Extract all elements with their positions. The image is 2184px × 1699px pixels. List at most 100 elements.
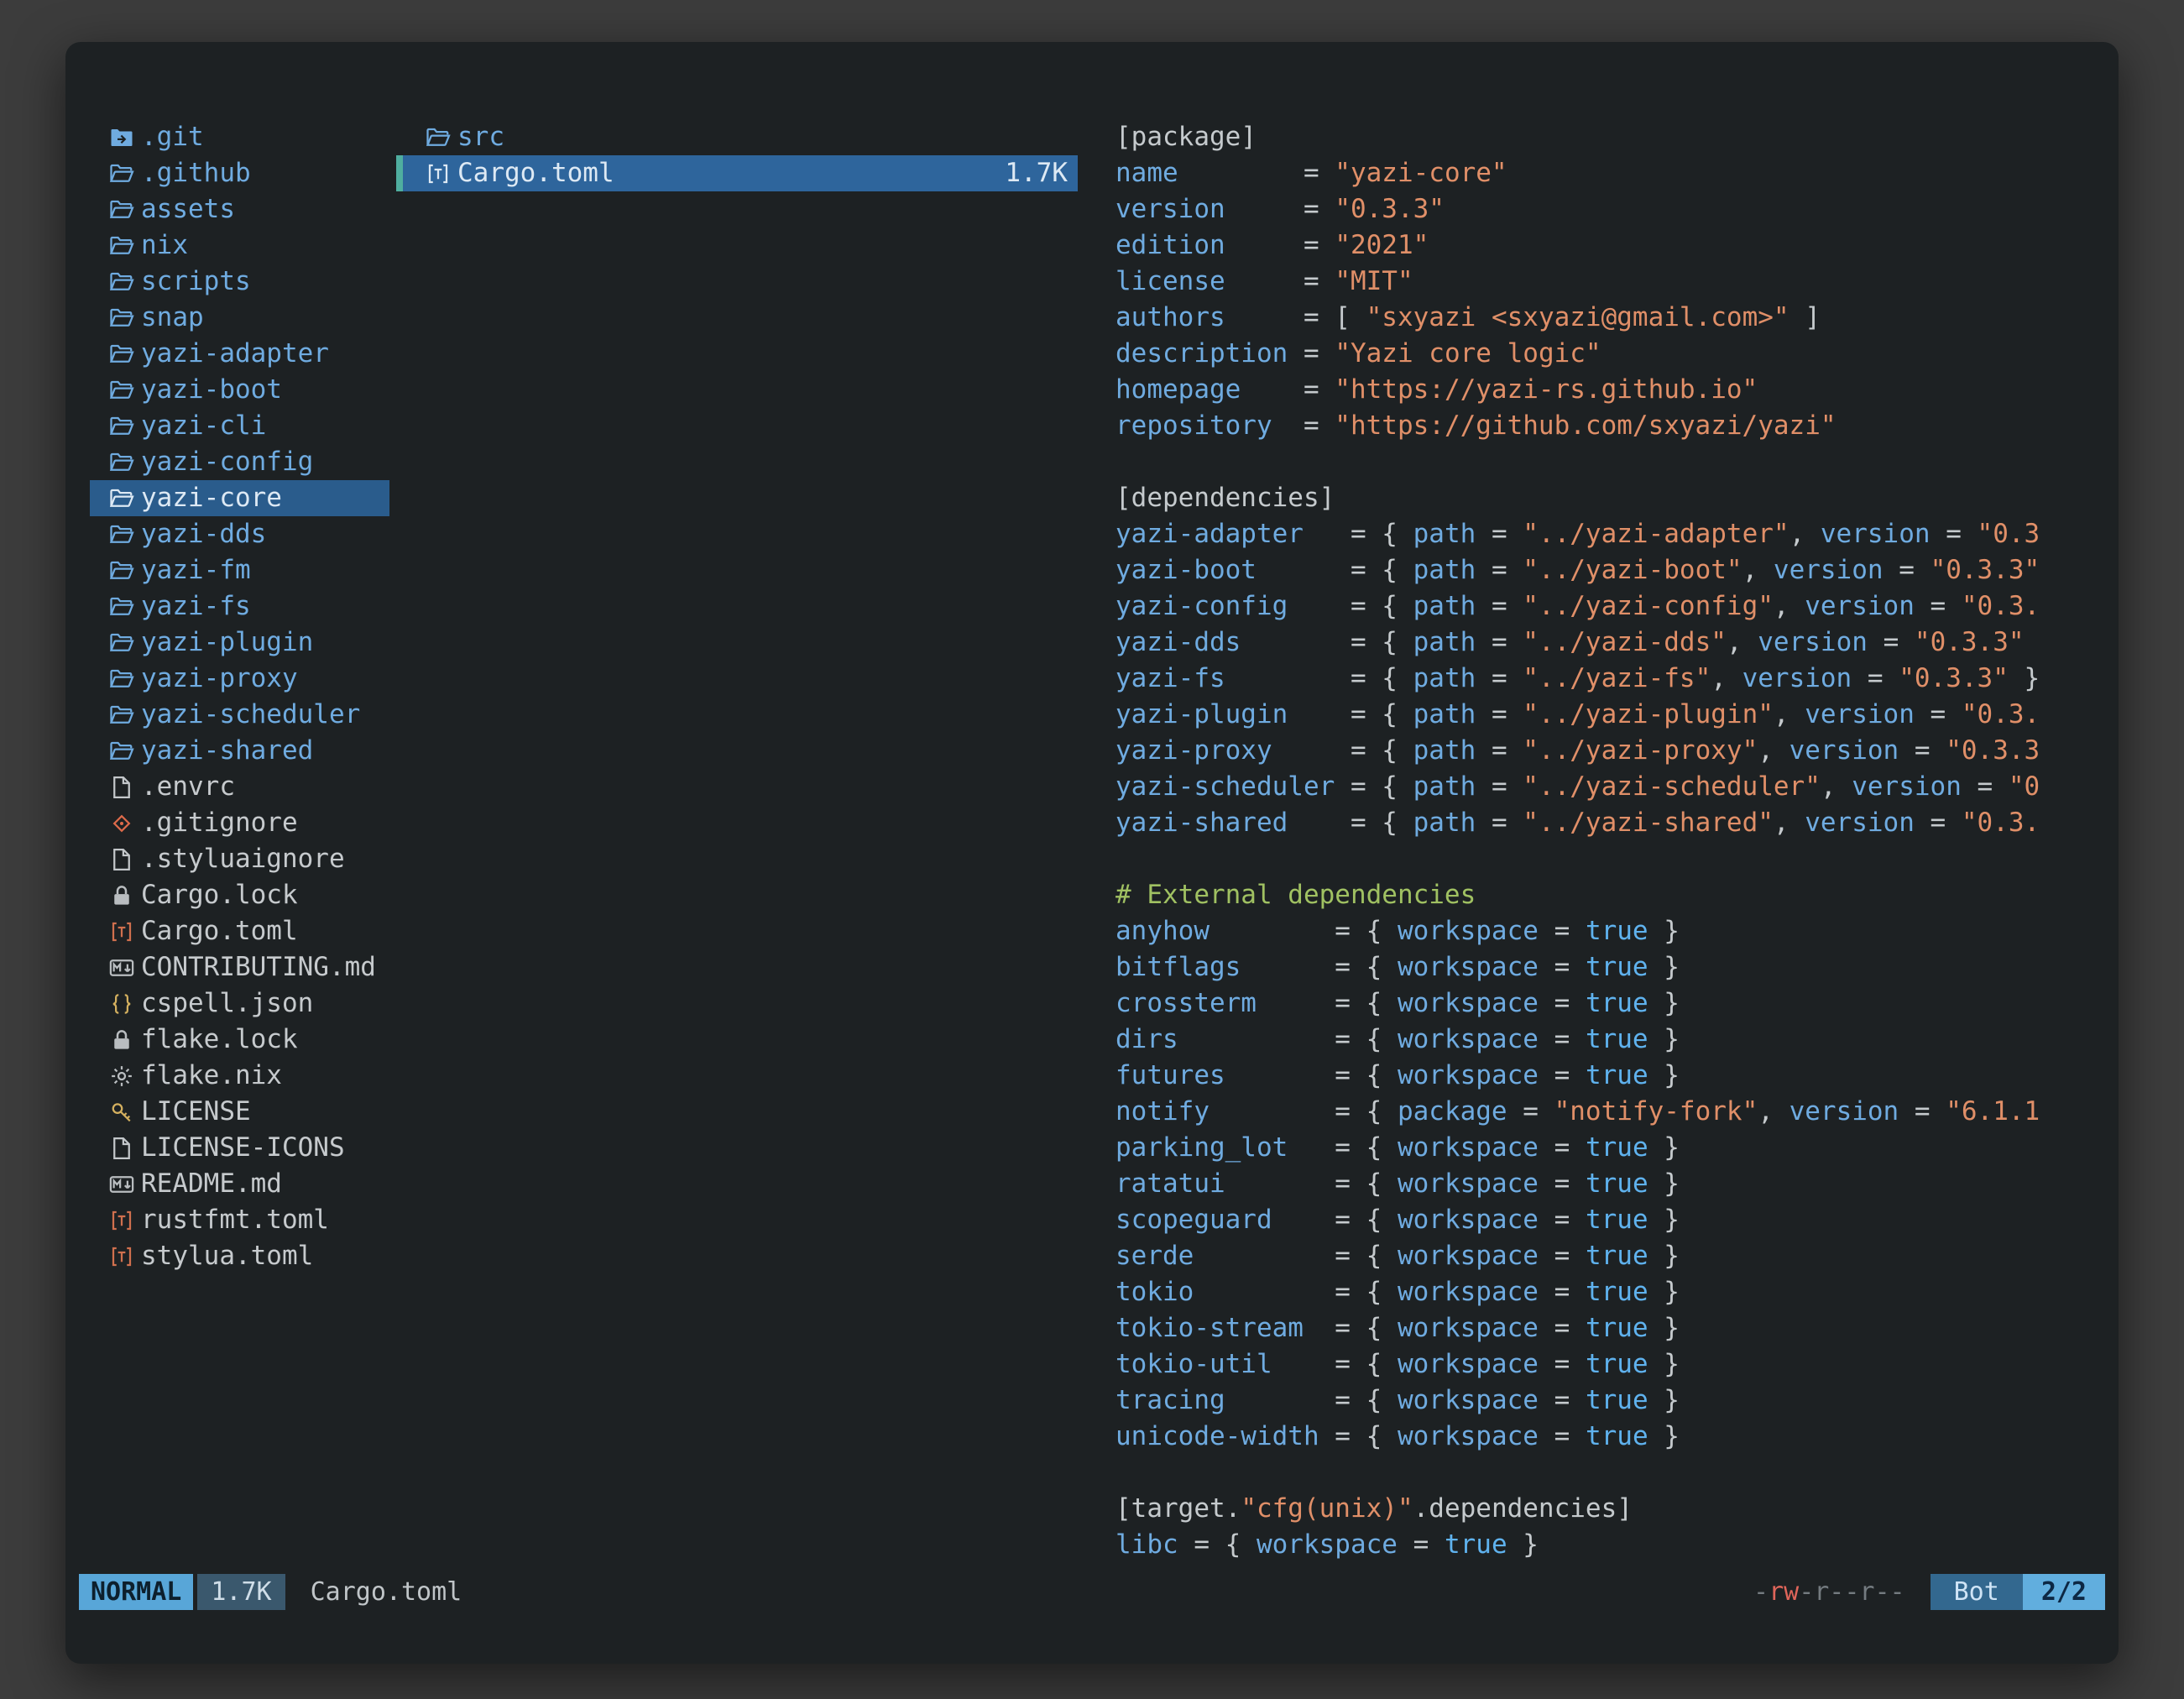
code-token: true <box>1586 1421 1648 1451</box>
code-token: yazi-shared <box>1116 808 1288 838</box>
current-pane: srcCargo.toml1.7K <box>396 119 1078 191</box>
code-token: workspace <box>1398 988 1539 1018</box>
file-row[interactable]: LICENSE-ICONS <box>90 1130 389 1166</box>
folder-icon <box>109 450 134 475</box>
file-name: nix <box>141 227 188 264</box>
dir-row[interactable]: yazi-fs <box>90 588 389 625</box>
dir-row[interactable]: src <box>396 119 1078 155</box>
perm-segment: - <box>1753 1577 1769 1607</box>
code-token: } <box>1648 952 1680 982</box>
dir-row[interactable]: yazi-shared <box>90 733 389 769</box>
code-token: = <box>1476 735 1523 766</box>
position-badge: Bot <box>1931 1574 2023 1610</box>
file-icon <box>109 847 134 872</box>
dir-row[interactable]: yazi-adapter <box>90 336 389 372</box>
file-row[interactable]: Cargo.lock <box>90 877 389 913</box>
folder-icon <box>109 667 134 692</box>
code-token: version <box>1774 555 1884 585</box>
lock-icon <box>109 1027 134 1053</box>
preview-line: notify = { package = "notify-fork", vers… <box>1116 1094 2089 1130</box>
folder-icon <box>109 594 134 619</box>
preview-line: ratatui = { workspace = true } <box>1116 1166 2089 1202</box>
code-token: = [ <box>1225 302 1366 332</box>
dir-row[interactable]: yazi-fm <box>90 552 389 588</box>
file-name: scripts <box>141 264 251 300</box>
code-token: = { <box>1288 808 1413 838</box>
code-token: } <box>1507 1529 1539 1560</box>
preview-line: parking_lot = { workspace = true } <box>1116 1130 2089 1166</box>
file-name: yazi-fs <box>141 588 251 625</box>
code-token: = { <box>1178 1529 1257 1560</box>
code-token: [package] <box>1116 122 1257 152</box>
preview-line: tracing = { workspace = true } <box>1116 1383 2089 1419</box>
code-token: = <box>1868 627 1915 657</box>
dir-row[interactable]: yazi-core <box>90 480 389 516</box>
code-token: scopeguard <box>1116 1205 1272 1235</box>
file-row[interactable]: flake.nix <box>90 1058 389 1094</box>
preview-line: yazi-plugin = { path = "../yazi-plugin",… <box>1116 697 2089 733</box>
code-token: = { <box>1210 1096 1398 1127</box>
parent-pane: .git.githubassetsnixscriptssnapyazi-adap… <box>90 119 389 1274</box>
file-row[interactable]: .gitignore <box>90 805 389 841</box>
file-row[interactable]: flake.lock <box>90 1022 389 1058</box>
file-row[interactable]: CONTRIBUTING.md <box>90 949 389 985</box>
code-token: = <box>1539 916 1586 946</box>
file-row[interactable]: Cargo.toml1.7K <box>396 155 1078 191</box>
code-token: = { <box>1335 771 1413 802</box>
code-token: = <box>1539 1421 1586 1451</box>
code-token: = <box>1398 1529 1445 1560</box>
status-filename: Cargo.toml <box>311 1574 462 1610</box>
perm-segment: rw <box>1769 1577 1799 1607</box>
code-token: libc <box>1116 1529 1178 1560</box>
code-token: ] <box>1790 302 1821 332</box>
code-token: = <box>1539 1060 1586 1090</box>
dir-row[interactable]: .github <box>90 155 389 191</box>
file-size: 1.7K <box>1005 155 1068 191</box>
code-token: workspace <box>1398 1277 1539 1307</box>
code-token: workspace <box>1398 952 1539 982</box>
file-row[interactable]: Cargo.toml <box>90 913 389 949</box>
dir-row[interactable]: yazi-cli <box>90 408 389 444</box>
code-token: workspace <box>1398 1385 1539 1415</box>
code-token: , <box>1742 555 1774 585</box>
file-row[interactable]: stylua.toml <box>90 1238 389 1274</box>
file-row[interactable]: .envrc <box>90 769 389 805</box>
dir-row[interactable]: .git <box>90 119 389 155</box>
file-row[interactable]: README.md <box>90 1166 389 1202</box>
code-token: serde <box>1116 1241 1194 1271</box>
code-token: true <box>1586 988 1648 1018</box>
code-token: workspace <box>1398 1168 1539 1199</box>
dir-row[interactable]: yazi-plugin <box>90 625 389 661</box>
folder-icon <box>109 269 134 295</box>
file-row[interactable]: .styluaignore <box>90 841 389 877</box>
code-token: , <box>1774 808 1805 838</box>
braces-icon <box>109 991 134 1017</box>
code-token: = { <box>1241 952 1398 982</box>
code-token: true <box>1445 1529 1507 1560</box>
dir-row[interactable]: yazi-dds <box>90 516 389 552</box>
file-row[interactable]: rustfmt.toml <box>90 1202 389 1238</box>
code-token: = <box>1476 771 1523 802</box>
code-token: = { <box>1288 699 1413 729</box>
preview-pane[interactable]: [package]name = "yazi-core"version = "0.… <box>1116 119 2089 1563</box>
preview-line: yazi-scheduler = { path = "../yazi-sched… <box>1116 769 2089 805</box>
file-row[interactable]: cspell.json <box>90 985 389 1022</box>
dir-row[interactable]: yazi-proxy <box>90 661 389 697</box>
dir-row[interactable]: nix <box>90 227 389 264</box>
code-token: "0 <box>2009 771 2040 802</box>
code-token: workspace <box>1398 1349 1539 1379</box>
dir-row[interactable]: yazi-scheduler <box>90 697 389 733</box>
folder-icon <box>109 342 134 367</box>
code-token: } <box>1648 1277 1680 1307</box>
dir-row[interactable]: yazi-boot <box>90 372 389 408</box>
dir-row[interactable]: scripts <box>90 264 389 300</box>
dir-row[interactable]: yazi-config <box>90 444 389 480</box>
dir-row[interactable]: assets <box>90 191 389 227</box>
preview-line: yazi-boot = { path = "../yazi-boot", ver… <box>1116 552 2089 588</box>
code-token: yazi-boot <box>1116 555 1257 585</box>
file-row[interactable]: LICENSE <box>90 1094 389 1130</box>
code-token: "notify-fork" <box>1554 1096 1758 1127</box>
code-token: "0.3.3" <box>1931 555 2040 585</box>
code-token: true <box>1586 1349 1648 1379</box>
dir-row[interactable]: snap <box>90 300 389 336</box>
